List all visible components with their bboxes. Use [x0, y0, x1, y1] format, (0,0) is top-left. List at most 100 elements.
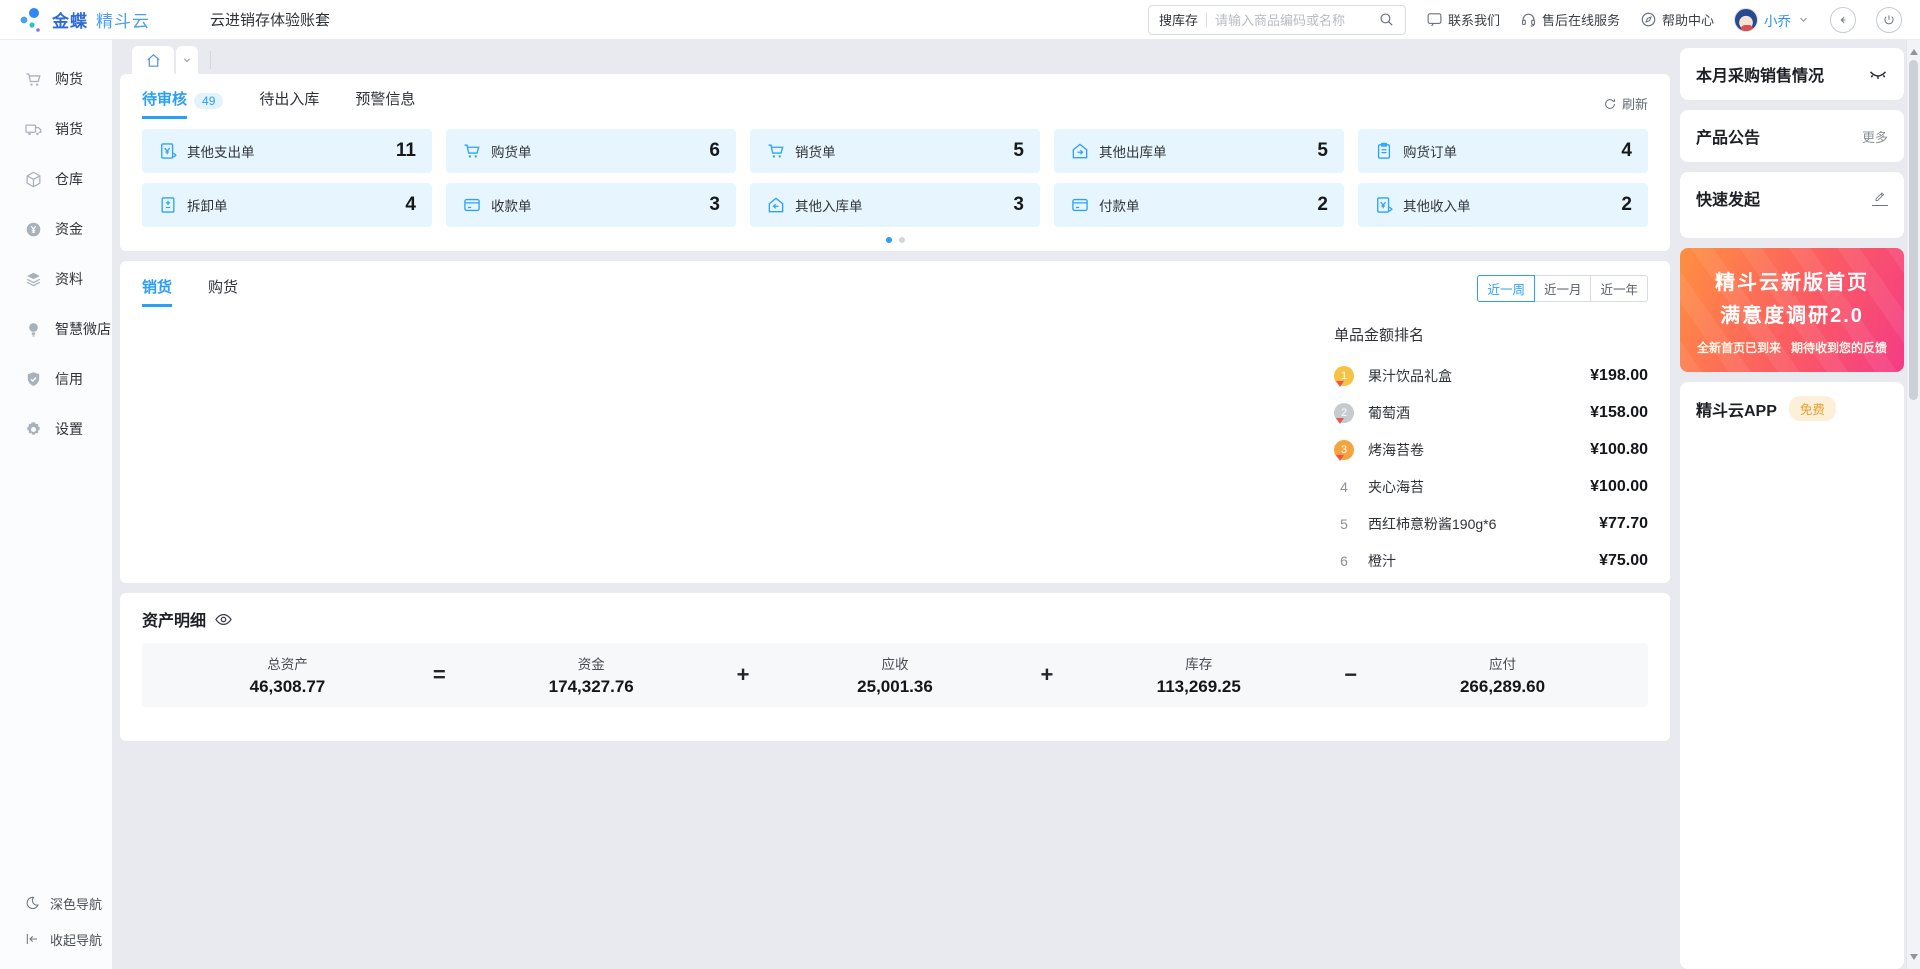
tab-sales[interactable]: 销货: [142, 276, 172, 307]
brand-logo[interactable]: 金蝶 精斗云: [18, 7, 186, 33]
todo-card-icon: [766, 141, 786, 161]
toggle-visibility-eye-icon[interactable]: [214, 610, 233, 629]
sidebar-item-label: 销货: [55, 119, 83, 139]
todo-card-count: 3: [709, 194, 720, 216]
todo-card[interactable]: 购货订单 4: [1358, 129, 1648, 173]
sidebar-item-label: 信用: [55, 369, 83, 389]
carousel-dot[interactable]: [886, 237, 892, 243]
logout-button[interactable]: [1876, 7, 1902, 33]
rank-medal: 2: [1334, 403, 1354, 423]
refresh-icon: [1603, 97, 1617, 111]
todo-card-label: 其他收入单: [1403, 195, 1471, 215]
todo-card[interactable]: 其他支出单 11: [142, 129, 432, 173]
announcements-panel: 产品公告 更多: [1680, 110, 1904, 162]
rank-item-amount: ¥100.80: [1590, 441, 1648, 459]
sidebar-item-label: 购货: [55, 69, 83, 89]
rank-item-amount: ¥158.00: [1590, 404, 1648, 422]
user-name[interactable]: 小乔: [1764, 10, 1791, 30]
tabstrip-divider: [210, 51, 211, 69]
ranking-row[interactable]: 5 西红柿意粉酱190g*6 ¥77.70: [1334, 505, 1648, 542]
rank-item-amount: ¥77.70: [1599, 515, 1648, 533]
sidebar-footer-item[interactable]: 深色导航: [0, 885, 112, 921]
contact-us-link[interactable]: 联系我们: [1426, 10, 1500, 29]
sidebar-footer-icon: [24, 931, 40, 947]
rank-number: 4: [1334, 479, 1354, 495]
brand-name-light: 精斗云: [96, 7, 150, 32]
todo-card[interactable]: 购货单 6: [446, 129, 736, 173]
ranking-row[interactable]: 4 夹心海苔 ¥100.00: [1334, 468, 1648, 505]
todo-card[interactable]: 付款单 2: [1054, 183, 1344, 227]
todo-tab[interactable]: 待出入库: [259, 88, 319, 119]
sidebar-item-label: 资料: [55, 269, 83, 289]
ranking-row[interactable]: 6 橙汁 ¥75.00: [1334, 542, 1648, 579]
survey-promo-banner[interactable]: 精斗云新版首页 满意度调研2.0 全新首页已到来 期待收到您的反馈: [1680, 248, 1904, 372]
power-icon: [1882, 13, 1896, 27]
todo-tab[interactable]: 预警信息: [355, 88, 415, 119]
search-icon[interactable]: [1378, 11, 1395, 28]
tab-dropdown-button[interactable]: [176, 46, 198, 74]
scroll-down-arrow[interactable]: [1910, 954, 1918, 964]
sidebar-item-icon: [24, 420, 43, 439]
todo-card-count: 4: [1621, 140, 1632, 162]
sidebar-item-yen-circle[interactable]: 资金: [0, 204, 112, 254]
edit-pencil-icon[interactable]: [1872, 190, 1888, 206]
banner-line3: 全新首页已到来 期待收到您的反馈: [1690, 339, 1894, 356]
period-month-button[interactable]: 近一月: [1534, 275, 1592, 302]
todo-card[interactable]: 销货单 5: [750, 129, 1040, 173]
brand-name-bold: 金蝶: [52, 7, 88, 32]
refresh-button[interactable]: 刷新: [1603, 94, 1648, 113]
period-year-button[interactable]: 近一年: [1590, 275, 1648, 302]
todo-tab-label: 预警信息: [355, 88, 415, 119]
todo-card[interactable]: 其他入库单 3: [750, 183, 1040, 227]
carousel-dots: [142, 237, 1648, 243]
eye-closed-icon[interactable]: [1868, 64, 1888, 84]
assets-formula-bar: 总资产 46,308.77 = 资金 174,327.76 + 应收 25,00…: [142, 643, 1648, 707]
sidebar-item-layers[interactable]: 资料: [0, 254, 112, 304]
sidebar-footer-icon: [24, 895, 40, 911]
workspace-tabstrip: [120, 40, 1670, 74]
ranking-row[interactable]: 2 葡萄酒 ¥158.00: [1334, 394, 1648, 431]
back-button[interactable]: [1830, 7, 1856, 33]
sidebar-footer-item[interactable]: 收起导航: [0, 921, 112, 957]
sidebar-item-bulb[interactable]: 智慧微店: [0, 304, 112, 354]
todo-tab[interactable]: 待审核 49: [142, 88, 223, 119]
sidebar-item-truck[interactable]: 销货: [0, 104, 112, 154]
announcements-more-link[interactable]: 更多: [1862, 127, 1888, 146]
search-input[interactable]: 请输入商品编码或名称: [1215, 10, 1378, 29]
rank-medal: 1: [1334, 366, 1354, 386]
formula-operator: +: [1040, 662, 1053, 688]
todo-card[interactable]: 收款单 3: [446, 183, 736, 227]
after-sales-service-link[interactable]: 售后在线服务: [1520, 10, 1620, 29]
home-tab[interactable]: [132, 46, 174, 74]
avatar[interactable]: [1734, 8, 1758, 32]
sidebar-item-cart[interactable]: 购货: [0, 54, 112, 104]
user-menu[interactable]: 小乔: [1734, 8, 1810, 32]
todo-card-label: 购货单: [491, 141, 532, 161]
todo-card[interactable]: 其他出库单 5: [1054, 129, 1344, 173]
quick-actions-panel: 快速发起: [1680, 172, 1904, 238]
sidebar-item-cube[interactable]: 仓库: [0, 154, 112, 204]
back-arrow-icon: [1836, 13, 1850, 27]
page-scrollbar[interactable]: [1906, 40, 1920, 969]
todo-card[interactable]: 其他收入单 2: [1358, 183, 1648, 227]
tab-purchase[interactable]: 购货: [208, 276, 238, 307]
sidebar-item-gear[interactable]: 设置: [0, 404, 112, 454]
inventory-search[interactable]: 搜库存 请输入商品编码或名称: [1148, 5, 1406, 35]
sidebar-item-shield[interactable]: 信用: [0, 354, 112, 404]
todo-card-count: 6: [709, 140, 720, 162]
formula-operator: +: [737, 662, 750, 688]
help-center-link[interactable]: 帮助中心: [1640, 10, 1714, 29]
ranking-row[interactable]: 3 烤海苔卷 ¥100.80: [1334, 431, 1648, 468]
todo-tab-badge: 49: [194, 93, 223, 109]
carousel-dot[interactable]: [899, 237, 905, 243]
sidebar-footer-label: 深色导航: [50, 894, 102, 913]
scroll-up-arrow[interactable]: [1910, 45, 1918, 55]
ranking-row[interactable]: 1 果汁饮品礼盒 ¥198.00: [1334, 357, 1648, 394]
search-category[interactable]: 搜库存: [1159, 10, 1198, 29]
rank-item-name: 烤海苔卷: [1368, 440, 1424, 460]
period-week-button[interactable]: 近一周: [1477, 275, 1535, 302]
scrollbar-thumb[interactable]: [1909, 60, 1918, 400]
right-rail: 本月采购销售情况 产品公告 更多 快速发起 精斗云新版首页 满意度调研2.0 全…: [1680, 40, 1906, 969]
todo-card[interactable]: 拆卸单 4: [142, 183, 432, 227]
formula-value: 174,327.76: [516, 677, 666, 697]
